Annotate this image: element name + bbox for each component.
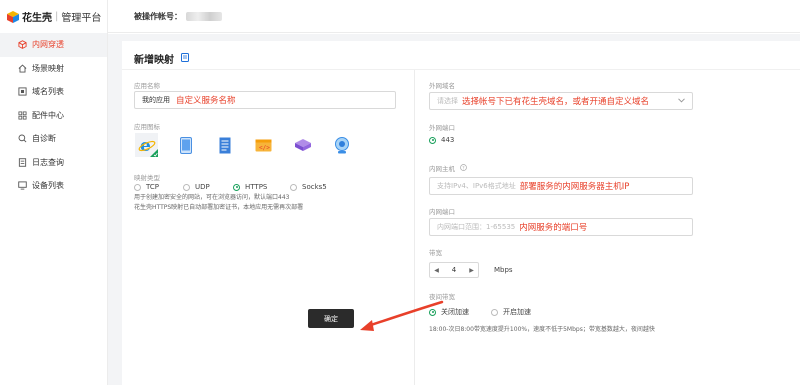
webcam-icon[interactable]: [330, 133, 353, 157]
database-icon[interactable]: [291, 133, 314, 157]
radio-label: UDP: [195, 183, 210, 191]
bandwidth-value[interactable]: 4: [443, 266, 465, 274]
grid-icon: [17, 110, 27, 120]
sidebar-item-label: 配件中心: [32, 110, 64, 120]
radio-label: HTTPS: [245, 183, 268, 191]
decrement-arrow-icon[interactable]: ◀: [430, 267, 443, 274]
sidebar-item-scene[interactable]: 场景映射: [0, 57, 107, 81]
external-domain-label: 外网域名: [429, 82, 455, 90]
confirm-button[interactable]: 确定: [308, 309, 354, 328]
help-doc-icon[interactable]: [181, 52, 189, 65]
sidebar-item-label: 域名列表: [32, 87, 64, 97]
app-name-value: 我的应用: [142, 96, 170, 104]
external-domain-select[interactable]: 请选择 选择帐号下已有花生壳域名，或者开通自定义域名: [429, 92, 693, 110]
internal-host-placeholder: 支持IPv4、IPv6格式地址: [437, 182, 516, 190]
sidebar-item-label: 场景映射: [32, 63, 64, 73]
radio-tcp[interactable]: TCP: [134, 183, 183, 191]
external-domain-annotation: 选择帐号下已有花生壳域名，或者开通自定义域名: [462, 97, 650, 107]
sidebar-item-label: 内网穿透: [32, 40, 64, 50]
sidebar-item-label: 日志查询: [32, 157, 64, 167]
internal-port-input[interactable]: 内网端口范围：1-65535 内网服务的端口号: [429, 218, 693, 236]
radio-circle: [491, 308, 498, 316]
brand-separator: |: [55, 11, 59, 22]
phone-icon[interactable]: [174, 133, 197, 157]
app-name-input[interactable]: 我的应用 自定义服务名称: [134, 91, 396, 109]
radio-https[interactable]: HTTPS: [233, 183, 290, 191]
diagnose-icon: [17, 134, 27, 144]
new-mapping-card: 新增映射 应用名称 我的应用 自定义服务名称 应用图标 e </> 映射类型 T…: [122, 41, 800, 385]
internal-host-input[interactable]: 支持IPv4、IPv6格式地址 部署服务的内网服务器主机IP: [429, 177, 693, 195]
sidebar-item-logs[interactable]: 日志查询: [0, 151, 107, 175]
radio-label: TCP: [146, 183, 159, 191]
night-bandwidth-note: 18:00-次日8:00带宽速度提升100%，速度不低于5Mbps；带宽基数越大…: [429, 326, 655, 333]
page-title-text: 新增映射: [134, 55, 174, 66]
sidebar-item-label: 自诊断: [32, 134, 56, 144]
log-icon: [17, 157, 27, 167]
cube-icon: [17, 40, 27, 50]
radio-udp[interactable]: UDP: [183, 183, 233, 191]
domain-icon: [17, 87, 27, 97]
mapping-type-group: TCP UDP HTTPS Socks5: [134, 183, 327, 191]
brand-logo-icon: [7, 10, 19, 23]
account-label: 被操作帐号：: [134, 11, 182, 21]
top-header: 被操作帐号：: [108, 0, 800, 33]
radio-label: 开启加速: [503, 308, 531, 316]
title-divider: [122, 69, 800, 70]
external-port-label: 外网端口: [429, 124, 455, 132]
app-icon-picker: e </>: [135, 133, 369, 157]
brand-name: 花生壳: [22, 13, 52, 24]
app-name-annotation: 自定义服务名称: [176, 96, 236, 106]
mapping-type-label: 映射类型: [134, 174, 160, 182]
help-circle-icon[interactable]: ?: [460, 163, 467, 173]
monitor-icon: [17, 181, 27, 191]
bandwidth-unit: Mbps: [494, 266, 513, 274]
mapping-type-hint: 用于创建加密安全的网站，可在浏览器访问，默认端口443 花生壳HTTPS映射已自…: [134, 193, 303, 213]
hint-line: 花生壳HTTPS映射已自动部署加密证书，本地应用无需再次部署: [134, 204, 304, 211]
brand[interactable]: 花生壳 | 管理平台: [0, 0, 107, 33]
ie-browser-icon[interactable]: e: [135, 133, 158, 157]
radio-circle: [290, 183, 297, 191]
internal-port-placeholder: 内网端口范围：1-65535: [437, 223, 516, 231]
external-port-option[interactable]: 443: [429, 136, 454, 144]
chevron-down-icon: [678, 97, 685, 105]
hint-line: 用于创建加密安全的网站，可在浏览器访问，默认端口443: [134, 194, 290, 201]
column-divider: [414, 70, 415, 385]
sidebar-item-diagnose[interactable]: 自诊断: [0, 127, 107, 151]
app-name-label: 应用名称: [134, 82, 160, 90]
brand-subtitle: 管理平台: [61, 13, 102, 24]
external-domain-placeholder: 请选择: [437, 97, 458, 105]
document-icon[interactable]: [213, 133, 236, 157]
internal-host-annotation: 部署服务的内网服务器主机IP: [519, 182, 630, 192]
internal-host-label-text: 内网主机: [429, 165, 455, 173]
account-value-redacted: [186, 11, 222, 21]
radio-circle: [134, 183, 141, 191]
home-icon: [17, 63, 27, 73]
bandwidth-stepper: ◀ 4 ▶: [429, 262, 479, 278]
annotation-arrow-icon: [360, 300, 444, 331]
sidebar-item-intranet[interactable]: 内网穿透: [0, 33, 107, 57]
external-port-value: 443: [441, 136, 455, 144]
radio-night-on[interactable]: 开启加速: [491, 307, 531, 317]
sidebar-item-devices[interactable]: 设备列表: [0, 174, 107, 198]
app-icon-label: 应用图标: [134, 123, 160, 131]
sidebar-item-label: 设备列表: [32, 181, 64, 191]
increment-arrow-icon[interactable]: ▶: [465, 267, 478, 274]
sidebar-item-domains[interactable]: 域名列表: [0, 80, 107, 104]
sidebar-item-accessories[interactable]: 配件中心: [0, 104, 107, 128]
internal-port-annotation: 内网服务的端口号: [519, 223, 588, 233]
radio-circle-selected: [429, 136, 436, 144]
bandwidth-label: 带宽: [429, 249, 442, 257]
radio-label: Socks5: [302, 183, 327, 191]
internal-port-label: 内网端口: [429, 208, 455, 216]
radio-circle: [183, 183, 190, 191]
svg-text:</>: </>: [259, 144, 270, 151]
selected-check-icon: [150, 149, 158, 157]
code-icon[interactable]: </>: [252, 133, 275, 157]
page-title: 新增映射: [134, 51, 189, 66]
sidebar: 花生壳 | 管理平台 内网穿透 场景映射 域名列表 配件中心 自诊断 日志查询 …: [0, 0, 108, 385]
radio-socks5[interactable]: Socks5: [290, 183, 327, 191]
internal-host-label: 内网主机 ?: [429, 163, 467, 173]
radio-circle-selected: [233, 183, 240, 191]
